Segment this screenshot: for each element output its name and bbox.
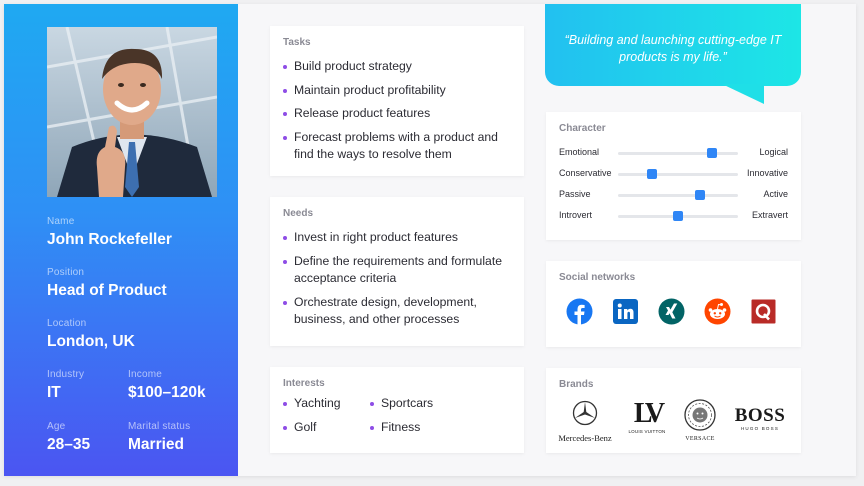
mercedes-benz-label: Mercedes-Benz bbox=[558, 433, 612, 443]
tasks-list: Build product strategy Maintain product … bbox=[283, 58, 512, 170]
trait-left-label: Emotional bbox=[559, 147, 600, 157]
person-photo-illustration bbox=[47, 27, 217, 197]
trait-slider-track[interactable] bbox=[618, 169, 738, 179]
reddit-icon[interactable] bbox=[704, 298, 731, 325]
income-field: Income $100–120k bbox=[128, 369, 206, 402]
trait-slider-row: Passive Active bbox=[559, 188, 788, 202]
brands-card: Brands Mercedes-Benz LV LOUIS VUITTON VE… bbox=[546, 368, 801, 453]
name-label: Name bbox=[47, 216, 75, 227]
quote-text: “Building and launching cutting-edge IT … bbox=[564, 33, 782, 64]
age-value: 28–35 bbox=[47, 436, 91, 453]
trait-slider-track[interactable] bbox=[618, 148, 738, 158]
quote-bubble-tail bbox=[722, 84, 764, 104]
medusa-icon bbox=[684, 399, 716, 431]
income-value: $100–120k bbox=[128, 384, 206, 401]
trait-right-label: Active bbox=[763, 189, 788, 199]
list-item: Build product strategy bbox=[283, 58, 512, 76]
location-value: London, UK bbox=[47, 333, 135, 350]
quote-bubble: “Building and launching cutting-edge IT … bbox=[545, 4, 801, 86]
position-field: Position Head of Product bbox=[47, 267, 167, 300]
trait-slider-thumb[interactable] bbox=[673, 211, 683, 221]
trait-slider-thumb[interactable] bbox=[646, 169, 657, 179]
social-card: Social networks bbox=[546, 261, 801, 347]
hugo-boss-label: HUGO BOSS bbox=[740, 426, 780, 431]
industry-value: IT bbox=[47, 384, 61, 401]
position-value: Head of Product bbox=[47, 282, 167, 299]
social-icons-row bbox=[566, 298, 777, 325]
profile-panel: Name John Rockefeller Position Head of P… bbox=[4, 4, 238, 476]
list-item: Orchestrate design, development, busines… bbox=[283, 294, 512, 329]
tasks-card: Tasks Build product strategy Maintain pr… bbox=[270, 26, 524, 176]
mercedes-star-icon bbox=[572, 400, 598, 426]
trait-slider-track[interactable] bbox=[618, 190, 738, 200]
list-item: Golf bbox=[283, 419, 373, 437]
trait-slider-thumb[interactable] bbox=[706, 148, 717, 158]
name-value: John Rockefeller bbox=[47, 231, 172, 248]
trait-left-label: Introvert bbox=[559, 210, 593, 220]
lv-monogram: LV bbox=[633, 398, 665, 429]
position-label: Position bbox=[47, 267, 85, 278]
linkedin-icon[interactable] bbox=[612, 298, 639, 325]
trait-slider-row: Emotional Logical bbox=[559, 146, 788, 160]
list-item: Invest in right product features bbox=[283, 229, 512, 247]
interests-list-right: Sportcars Fitness bbox=[370, 395, 470, 442]
trait-right-label: Logical bbox=[759, 147, 788, 157]
versace-logo: VERSACE bbox=[680, 399, 720, 442]
location-field: Location London, UK bbox=[47, 318, 135, 351]
louis-vuitton-logo: LV LOUIS VUITTON bbox=[624, 398, 670, 435]
interests-list-left: Yachting Golf bbox=[283, 395, 373, 442]
xing-icon[interactable] bbox=[658, 298, 685, 325]
needs-card: Needs Invest in right product features D… bbox=[270, 197, 524, 346]
character-title: Character bbox=[559, 123, 606, 134]
location-label: Location bbox=[47, 318, 87, 329]
trait-slider-row: Conservative Innovative bbox=[559, 167, 788, 181]
name-field: Name John Rockefeller bbox=[47, 216, 172, 249]
social-title: Social networks bbox=[559, 272, 636, 283]
versace-label: VERSACE bbox=[685, 436, 715, 442]
income-label: Income bbox=[128, 369, 162, 380]
list-item: Forecast problems with a product and fin… bbox=[283, 129, 512, 164]
tasks-title: Tasks bbox=[283, 37, 311, 48]
trait-slider-row: Introvert Extravert bbox=[559, 209, 788, 223]
trait-left-label: Conservative bbox=[559, 168, 612, 178]
list-item: Yachting bbox=[283, 395, 373, 413]
age-field: Age 28–35 bbox=[47, 421, 90, 454]
marital-value: Married bbox=[128, 436, 184, 453]
brands-title: Brands bbox=[559, 379, 594, 390]
industry-label: Industry bbox=[47, 369, 85, 380]
hugo-boss-logo: BOSS HUGO BOSS bbox=[731, 405, 789, 432]
boss-wordmark: BOSS bbox=[734, 405, 786, 426]
trait-slider-track[interactable] bbox=[618, 211, 738, 221]
industry-field: Industry IT bbox=[47, 369, 84, 402]
list-item: Define the requirements and formulate ac… bbox=[283, 253, 512, 288]
interests-card: Interests Yachting Golf Sportcars Fitnes… bbox=[270, 367, 524, 453]
marital-label: Marital status bbox=[128, 421, 191, 432]
trait-right-label: Innovative bbox=[746, 168, 788, 178]
quora-icon[interactable] bbox=[750, 298, 777, 325]
list-item: Maintain product profitability bbox=[283, 82, 512, 100]
character-card: Character Emotional Logical Conservative… bbox=[546, 112, 801, 240]
louis-vuitton-label: LOUIS VUITTON bbox=[628, 429, 666, 434]
facebook-icon[interactable] bbox=[566, 298, 593, 325]
trait-right-label: Extravert bbox=[751, 210, 788, 220]
trait-slider-thumb[interactable] bbox=[694, 190, 705, 200]
interests-title: Interests bbox=[283, 378, 325, 389]
list-item: Release product features bbox=[283, 105, 512, 123]
list-item: Fitness bbox=[370, 419, 470, 437]
trait-left-label: Passive bbox=[559, 189, 591, 199]
needs-title: Needs bbox=[283, 208, 314, 219]
marital-field: Marital status Married bbox=[128, 421, 190, 454]
needs-list: Invest in right product features Define … bbox=[283, 229, 512, 335]
profile-photo bbox=[47, 27, 217, 197]
list-item: Sportcars bbox=[370, 395, 470, 413]
age-label: Age bbox=[47, 421, 66, 432]
mercedes-benz-logo: Mercedes-Benz bbox=[556, 400, 614, 443]
